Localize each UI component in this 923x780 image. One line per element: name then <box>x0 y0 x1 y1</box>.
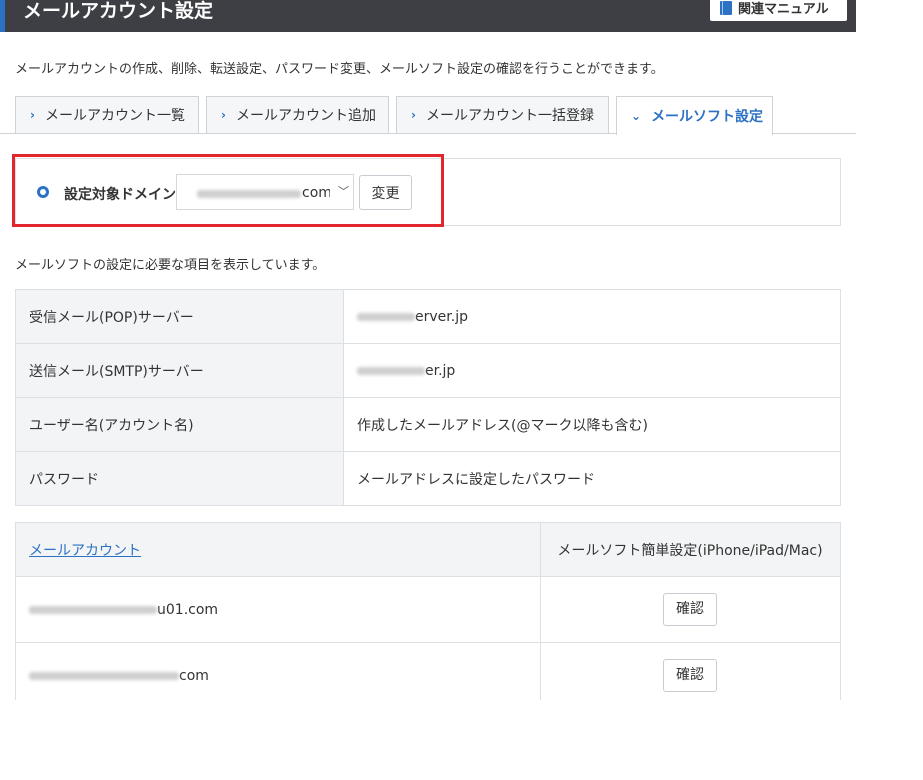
highlight-box <box>12 154 444 227</box>
confirm-button[interactable]: 確認 <box>663 659 717 692</box>
table-row: ユーザー名(アカウント名) 作成したメールアドレス(@マーク以降も含む) <box>15 397 841 452</box>
setup-cell: 確認 <box>540 642 841 700</box>
column-header-account: メールアカウント <box>15 522 541 577</box>
sort-account-link[interactable]: メールアカウント <box>29 543 141 559</box>
setting-value: erver.jp <box>415 308 468 325</box>
account-address: com <box>179 667 209 684</box>
setting-key: パスワード <box>15 451 344 506</box>
tab-account-list[interactable]: › メールアカウント一覧 <box>15 96 199 133</box>
tab-label: メールソフト設定 <box>651 109 764 125</box>
tab-label: メールアカウント一括登録 <box>425 108 594 124</box>
settings-table: 受信メール(POP)サーバー erver.jp 送信メール(SMTP)サーバー … <box>15 289 841 506</box>
blurred-text <box>357 366 425 375</box>
account-address: u01.com <box>157 601 219 618</box>
tab-account-bulk-register[interactable]: › メールアカウント一括登録 <box>396 96 609 133</box>
settings-intro: メールソフトの設定に必要な項目を表示しています。 <box>15 258 326 273</box>
page-title: メールアカウント設定 <box>23 0 214 22</box>
blurred-text <box>29 671 179 680</box>
table-row: 受信メール(POP)サーバー erver.jp <box>15 289 841 344</box>
setting-value: 作成したメールアドレス(@マーク以降も含む) <box>343 397 841 452</box>
tab-label: メールアカウント追加 <box>235 108 376 124</box>
chevron-right-icon: › <box>411 108 416 122</box>
table-header-row: メールアカウント メールソフト簡単設定(iPhone/iPad/Mac) <box>15 522 841 577</box>
table-row: u01.com 確認 <box>15 576 841 643</box>
blurred-text <box>29 605 157 614</box>
book-icon <box>720 0 732 15</box>
setting-value-cell: er.jp <box>343 343 841 398</box>
table-row: 送信メール(SMTP)サーバー er.jp <box>15 343 841 398</box>
chevron-down-icon: ⌄ <box>631 109 642 123</box>
table-row: パスワード メールアドレスに設定したパスワード <box>15 451 841 506</box>
setting-key: 送信メール(SMTP)サーバー <box>15 343 344 398</box>
related-manual-button[interactable]: 関連マニュアル <box>710 0 847 21</box>
setting-value-cell: erver.jp <box>343 289 841 344</box>
setting-key: ユーザー名(アカウント名) <box>15 397 344 452</box>
mail-settings-panel: メールアカウント設定 関連マニュアル メールアカウントの作成、削除、転送設定、パ… <box>0 0 856 700</box>
related-manual-label: 関連マニュアル <box>738 2 829 17</box>
setup-cell: 確認 <box>540 576 841 643</box>
page-description: メールアカウントの作成、削除、転送設定、パスワード変更、メールソフト設定の確認を… <box>15 62 664 77</box>
setting-key: 受信メール(POP)サーバー <box>15 289 344 344</box>
account-cell: com <box>15 642 541 700</box>
page-header: メールアカウント設定 関連マニュアル <box>0 0 856 32</box>
account-cell: u01.com <box>15 576 541 643</box>
accounts-table: メールアカウント メールソフト簡単設定(iPhone/iPad/Mac) u01… <box>15 522 841 700</box>
tab-account-add[interactable]: › メールアカウント追加 <box>206 96 389 133</box>
tab-mail-software-settings[interactable]: ⌄ メールソフト設定 <box>616 96 773 135</box>
tab-label: メールアカウント一覧 <box>44 108 185 124</box>
confirm-button[interactable]: 確認 <box>663 593 717 626</box>
column-header-setup: メールソフト簡単設定(iPhone/iPad/Mac) <box>540 522 841 577</box>
chevron-right-icon: › <box>30 108 35 122</box>
blurred-text <box>357 312 415 321</box>
setting-value: メールアドレスに設定したパスワード <box>343 451 841 506</box>
chevron-right-icon: › <box>221 108 226 122</box>
setting-value: er.jp <box>425 362 456 379</box>
table-row: com 確認 <box>15 642 841 700</box>
